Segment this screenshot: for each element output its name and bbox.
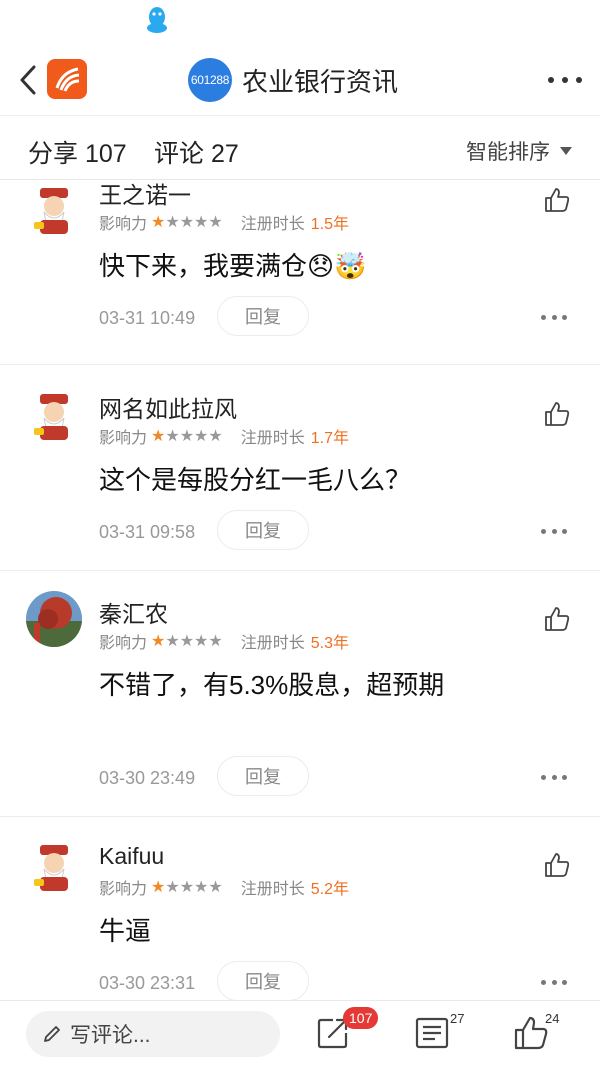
user-avatar[interactable] — [26, 839, 82, 895]
user-meta: 影响力 ★★★★★ 注册时长 5.3年 — [99, 629, 349, 653]
comment-time: 03-30 23:49 — [99, 768, 196, 788]
comment-more-button[interactable] — [541, 977, 567, 987]
tab-share[interactable]: 分享 107 — [28, 134, 127, 170]
comment-item: 王之诺一 影响力 ★★★★★ 注册时长 1.5年 快下来，我要满仓😞🤯 03-3… — [0, 182, 600, 365]
comment-item: 网名如此拉风 影响力 ★★★★★ 注册时长 1.7年 这个是每股分红一毛八么？ … — [0, 366, 600, 571]
reply-button[interactable]: 回复 — [217, 510, 309, 550]
registered-value: 5.2年 — [310, 881, 349, 898]
reply-button[interactable]: 回复 — [217, 961, 309, 1000]
dot-icon — [548, 77, 554, 83]
stock-code-badge: 601288 — [188, 58, 232, 102]
star-rating: ★★★★★ — [151, 633, 223, 650]
registered-label: 注册时长 — [240, 216, 305, 233]
nav-bar: 601288 农业银行资讯 — [0, 44, 600, 116]
status-bar — [0, 0, 600, 44]
registered-value: 1.5年 — [310, 216, 349, 233]
username[interactable]: 秦汇农 — [99, 595, 168, 629]
dot-icon — [576, 77, 582, 83]
tab-bar: 分享 107 评论 27 智能排序 — [0, 116, 600, 180]
thumbs-up-icon[interactable] — [543, 605, 571, 633]
thumbs-up-icon[interactable] — [543, 851, 571, 879]
bottom-action-bar: 写评论... 107 27 24 — [0, 1000, 600, 1066]
registered-label: 注册时长 — [240, 635, 305, 652]
user-meta: 影响力 ★★★★★ 注册时长 1.7年 — [99, 424, 349, 448]
influence-label: 影响力 — [99, 216, 148, 233]
more-options-button[interactable] — [548, 68, 582, 92]
comment-text: 这个是每股分红一毛八么？ — [99, 465, 412, 495]
username[interactable]: 网名如此拉风 — [99, 390, 237, 424]
page-title: 农业银行资讯 — [242, 66, 399, 97]
back-button[interactable] — [14, 62, 42, 98]
share-count-badge: 107 — [343, 1007, 379, 1029]
caishen-avatar-icon — [26, 839, 82, 895]
influence-label: 影响力 — [99, 635, 148, 652]
title-group: 601288 农业银行资讯 — [188, 58, 399, 102]
caishen-avatar-icon — [26, 182, 82, 238]
tab-comment[interactable]: 评论 27 — [154, 134, 239, 170]
comment-list-icon[interactable] — [414, 1015, 450, 1051]
comment-time: 03-31 10:49 — [99, 308, 196, 328]
username[interactable]: Kaifuu — [99, 843, 164, 870]
comment-more-button[interactable] — [541, 312, 567, 322]
thumbs-up-icon[interactable] — [513, 1015, 549, 1051]
reply-button[interactable]: 回复 — [217, 756, 309, 796]
caishen-avatar-icon — [26, 388, 82, 444]
registered-label: 注册时长 — [240, 881, 305, 898]
photo-avatar-icon — [26, 591, 82, 647]
comment-time: 03-31 09:58 — [99, 522, 196, 542]
sort-dropdown[interactable]: 智能排序 — [466, 136, 572, 166]
write-comment-placeholder: 写评论... — [70, 1024, 151, 1047]
thumbs-up-icon[interactable] — [543, 400, 571, 428]
influence-label: 影响力 — [99, 430, 148, 447]
user-meta: 影响力 ★★★★★ 注册时长 5.2年 — [99, 875, 349, 899]
comment-text: 不错了，有5.3%股息，超预期 — [99, 670, 445, 700]
caret-down-icon — [560, 147, 572, 155]
star-rating: ★★★★★ — [151, 428, 223, 445]
qq-penguin-icon — [147, 7, 167, 33]
reply-button[interactable]: 回复 — [217, 296, 309, 336]
sort-label: 智能排序 — [466, 141, 550, 164]
user-avatar[interactable] — [26, 591, 82, 647]
comment-list[interactable]: 王之诺一 影响力 ★★★★★ 注册时长 1.5年 快下来，我要满仓😞🤯 03-3… — [0, 182, 600, 1000]
registered-label: 注册时长 — [240, 430, 305, 447]
comment-text: 牛逼 — [99, 916, 152, 946]
comment-item: 秦汇农 影响力 ★★★★★ 注册时长 5.3年 不错了，有5.3%股息，超预期 … — [0, 571, 600, 817]
app-logo — [47, 59, 87, 99]
like-count: 24 — [545, 1011, 560, 1026]
comment-more-button[interactable] — [541, 526, 567, 536]
username[interactable]: 王之诺一 — [99, 182, 191, 210]
comment-time: 03-30 23:31 — [99, 973, 196, 993]
comment-count: 27 — [450, 1011, 465, 1026]
comment-text: 快下来，我要满仓😞🤯 — [99, 251, 367, 281]
user-meta: 影响力 ★★★★★ 注册时长 1.5年 — [99, 210, 349, 234]
registered-value: 5.3年 — [310, 635, 349, 652]
comment-item: Kaifuu 影响力 ★★★★★ 注册时长 5.2年 牛逼 03-30 23:3… — [0, 817, 600, 1000]
pencil-icon — [44, 1026, 60, 1042]
user-avatar[interactable] — [26, 388, 82, 444]
registered-value: 1.7年 — [310, 430, 349, 447]
dot-icon — [562, 77, 568, 83]
comment-more-button[interactable] — [541, 772, 567, 782]
thumbs-up-icon[interactable] — [543, 186, 571, 214]
influence-label: 影响力 — [99, 881, 148, 898]
user-avatar[interactable] — [26, 182, 82, 238]
write-comment-input[interactable]: 写评论... — [26, 1011, 280, 1057]
star-rating: ★★★★★ — [151, 879, 223, 896]
star-rating: ★★★★★ — [151, 214, 223, 231]
chevron-left-icon — [20, 65, 36, 95]
app-logo-icon — [55, 67, 80, 92]
